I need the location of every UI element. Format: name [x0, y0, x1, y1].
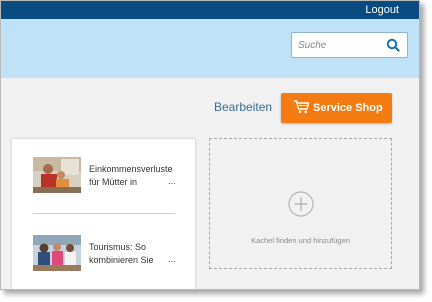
search-icon[interactable] — [386, 38, 400, 52]
search-box[interactable] — [291, 32, 408, 58]
top-bar: Logout — [1, 1, 419, 19]
cart-icon — [294, 100, 310, 114]
header-band — [1, 19, 419, 78]
news-thumbnail — [33, 235, 81, 271]
add-tile-placeholder[interactable]: Kachel finden und hinzufügen — [209, 138, 392, 269]
divider — [33, 213, 175, 214]
news-item[interactable]: Einkommensverluste für Mütter in ... — [33, 157, 176, 201]
news-thumbnail — [33, 157, 81, 193]
news-title[interactable]: Tourismus: So kombinieren Sie — [89, 241, 173, 269]
more-ellipsis: ... — [168, 176, 176, 186]
news-title[interactable]: Einkommensverluste für Mütter in — [89, 163, 173, 191]
add-tile-label: Kachel finden und hinzufügen — [251, 236, 350, 245]
service-shop-label: Service Shop — [313, 102, 383, 114]
edit-link[interactable]: Bearbeiten — [214, 100, 272, 114]
news-card: Einkommensverluste für Mütter in ... Tou… — [12, 139, 195, 289]
plus-circle-icon[interactable] — [288, 191, 314, 217]
search-input[interactable] — [298, 36, 380, 54]
more-ellipsis: ... — [168, 254, 176, 264]
news-item[interactable]: Tourismus: So kombinieren Sie ... — [33, 235, 176, 279]
service-shop-button[interactable]: Service Shop — [281, 93, 392, 123]
logout-link[interactable]: Logout — [365, 3, 399, 17]
browser-frame: Logout Bearbeiten Service Shop — [0, 0, 420, 290]
